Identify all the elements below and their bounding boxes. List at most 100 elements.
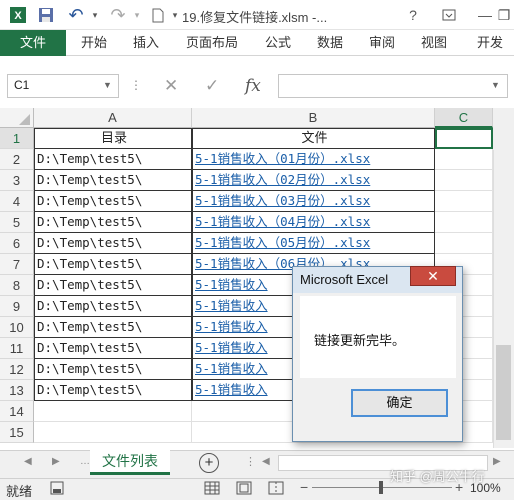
cell-directory[interactable]: D:\Temp\test5\	[34, 170, 192, 191]
hscroll-left-icon[interactable]: ◀	[262, 456, 270, 467]
cell-c[interactable]	[435, 233, 493, 254]
cell-directory[interactable]: D:\Temp\test5\	[34, 338, 192, 359]
file-hyperlink[interactable]: 5-1销售收入	[195, 361, 268, 376]
file-hyperlink[interactable]: 5-1销售收入（03月份）.xlsx	[195, 193, 370, 208]
cell-directory[interactable]: D:\Temp\test5\	[34, 380, 192, 401]
tab-formulas[interactable]: 公式	[254, 30, 302, 56]
file-hyperlink[interactable]: 5-1销售收入	[195, 319, 268, 334]
row-header[interactable]: 4	[0, 191, 34, 212]
cancel-icon[interactable]: ✕	[164, 74, 178, 98]
cell-directory[interactable]: D:\Temp\test5\	[34, 359, 192, 380]
enter-icon[interactable]: ✓	[205, 74, 219, 98]
file-hyperlink[interactable]: 5-1销售收入（01月份）.xlsx	[195, 151, 370, 166]
row-header[interactable]: 9	[0, 296, 34, 317]
ok-button[interactable]: 确定	[351, 389, 448, 417]
help-button[interactable]: ?	[395, 0, 431, 30]
cell-file-link[interactable]: 5-1销售收入（02月份）.xlsx	[192, 170, 435, 191]
row-header[interactable]: 1	[0, 128, 34, 149]
macro-record-icon[interactable]	[50, 481, 66, 495]
redo-dropdown-icon[interactable]: ▾	[130, 3, 144, 27]
column-header-c[interactable]: C	[435, 108, 493, 128]
scroll-corner	[493, 108, 514, 150]
formula-expand-icon[interactable]: ▼	[491, 80, 500, 90]
file-hyperlink[interactable]: 5-1销售收入（04月份）.xlsx	[195, 214, 370, 229]
cell-directory[interactable]: D:\Temp\test5\	[34, 296, 192, 317]
cell-directory[interactable]	[34, 422, 192, 443]
cell-c[interactable]	[435, 170, 493, 191]
file-hyperlink[interactable]: 5-1销售收入	[195, 340, 268, 355]
restore-button[interactable]: ❐	[494, 0, 514, 30]
cell-file-link[interactable]: 5-1销售收入（01月份）.xlsx	[192, 149, 435, 170]
cell-directory[interactable]: D:\Temp\test5\	[34, 212, 192, 233]
cell-c[interactable]	[435, 191, 493, 212]
tab-file[interactable]: 文件	[0, 30, 66, 56]
column-header-b[interactable]: B	[192, 108, 435, 128]
name-box-dropdown-icon[interactable]: ▼	[103, 80, 112, 90]
cell-c[interactable]	[435, 149, 493, 170]
sheet-more-icon[interactable]: …	[80, 456, 90, 467]
file-hyperlink[interactable]: 5-1销售收入	[195, 277, 268, 292]
tab-data[interactable]: 数据	[306, 30, 354, 56]
tab-developer[interactable]: 开发	[466, 30, 514, 56]
dialog-close-button[interactable]: ✕	[410, 266, 456, 286]
sheet-scroll-right-icon[interactable]: ▶	[52, 456, 60, 467]
row-header[interactable]: 8	[0, 275, 34, 296]
cell-c[interactable]	[435, 212, 493, 233]
cell-c[interactable]	[435, 128, 493, 149]
cell-directory[interactable]: D:\Temp\test5\	[34, 149, 192, 170]
zoom-slider-thumb[interactable]	[379, 481, 383, 494]
sheet-scroll-left-icon[interactable]: ◀	[24, 456, 32, 467]
cell-file-link[interactable]: 5-1销售收入（05月份）.xlsx	[192, 233, 435, 254]
cell-file-link[interactable]: 5-1销售收入（03月份）.xlsx	[192, 191, 435, 212]
row-header[interactable]: 11	[0, 338, 34, 359]
header-cell-directory[interactable]: 目录	[34, 128, 192, 149]
tab-view[interactable]: 视图	[410, 30, 458, 56]
zoom-out-icon[interactable]: −	[300, 479, 308, 495]
cell-file-link[interactable]: 5-1销售收入（04月份）.xlsx	[192, 212, 435, 233]
save-icon[interactable]	[34, 3, 58, 27]
normal-view-icon[interactable]	[204, 481, 220, 495]
cell-directory[interactable]	[34, 401, 192, 422]
undo-icon[interactable]: ↶	[64, 3, 88, 27]
row-header[interactable]: 12	[0, 359, 34, 380]
row-header[interactable]: 15	[0, 422, 34, 443]
new-file-icon[interactable]	[148, 3, 168, 27]
header-cell-file[interactable]: 文件	[192, 128, 435, 149]
qat-customize-icon[interactable]: ▾	[168, 3, 182, 27]
insert-function-icon[interactable]: fx	[245, 74, 261, 98]
cell-directory[interactable]: D:\Temp\test5\	[34, 233, 192, 254]
hscroll-right-icon[interactable]: ▶	[493, 456, 501, 467]
undo-dropdown-icon[interactable]: ▾	[88, 3, 102, 27]
row-header[interactable]: 6	[0, 233, 34, 254]
file-hyperlink[interactable]: 5-1销售收入	[195, 382, 268, 397]
tab-insert[interactable]: 插入	[122, 30, 170, 56]
tab-review[interactable]: 审阅	[358, 30, 406, 56]
cell-directory[interactable]: D:\Temp\test5\	[34, 317, 192, 338]
formula-input[interactable]	[278, 74, 508, 98]
row-header[interactable]: 2	[0, 149, 34, 170]
cell-directory[interactable]: D:\Temp\test5\	[34, 275, 192, 296]
tab-page-layout[interactable]: 页面布局	[176, 30, 248, 56]
row-header[interactable]: 5	[0, 212, 34, 233]
row-header[interactable]: 3	[0, 170, 34, 191]
tab-split-grip-icon[interactable]: ⋮	[245, 455, 256, 468]
file-hyperlink[interactable]: 5-1销售收入（02月份）.xlsx	[195, 172, 370, 187]
file-hyperlink[interactable]: 5-1销售收入（05月份）.xlsx	[195, 235, 370, 250]
tab-home[interactable]: 开始	[70, 30, 118, 56]
select-all-corner[interactable]	[0, 108, 34, 128]
add-sheet-button[interactable]: +	[199, 453, 219, 473]
cell-directory[interactable]: D:\Temp\test5\	[34, 191, 192, 212]
page-break-view-icon[interactable]	[268, 481, 284, 495]
ribbon-display-icon[interactable]	[431, 0, 467, 30]
page-layout-view-icon[interactable]	[236, 481, 252, 495]
file-hyperlink[interactable]: 5-1销售收入	[195, 298, 268, 313]
column-header-a[interactable]: A	[34, 108, 192, 128]
row-header[interactable]: 7	[0, 254, 34, 275]
redo-icon[interactable]: ↷	[106, 3, 130, 27]
row-header[interactable]: 14	[0, 401, 34, 422]
cell-directory[interactable]: D:\Temp\test5\	[34, 254, 192, 275]
vertical-scroll-thumb[interactable]	[496, 345, 511, 440]
row-header[interactable]: 13	[0, 380, 34, 401]
row-header[interactable]: 10	[0, 317, 34, 338]
sheet-tab-file-list[interactable]: 文件列表	[90, 449, 170, 475]
